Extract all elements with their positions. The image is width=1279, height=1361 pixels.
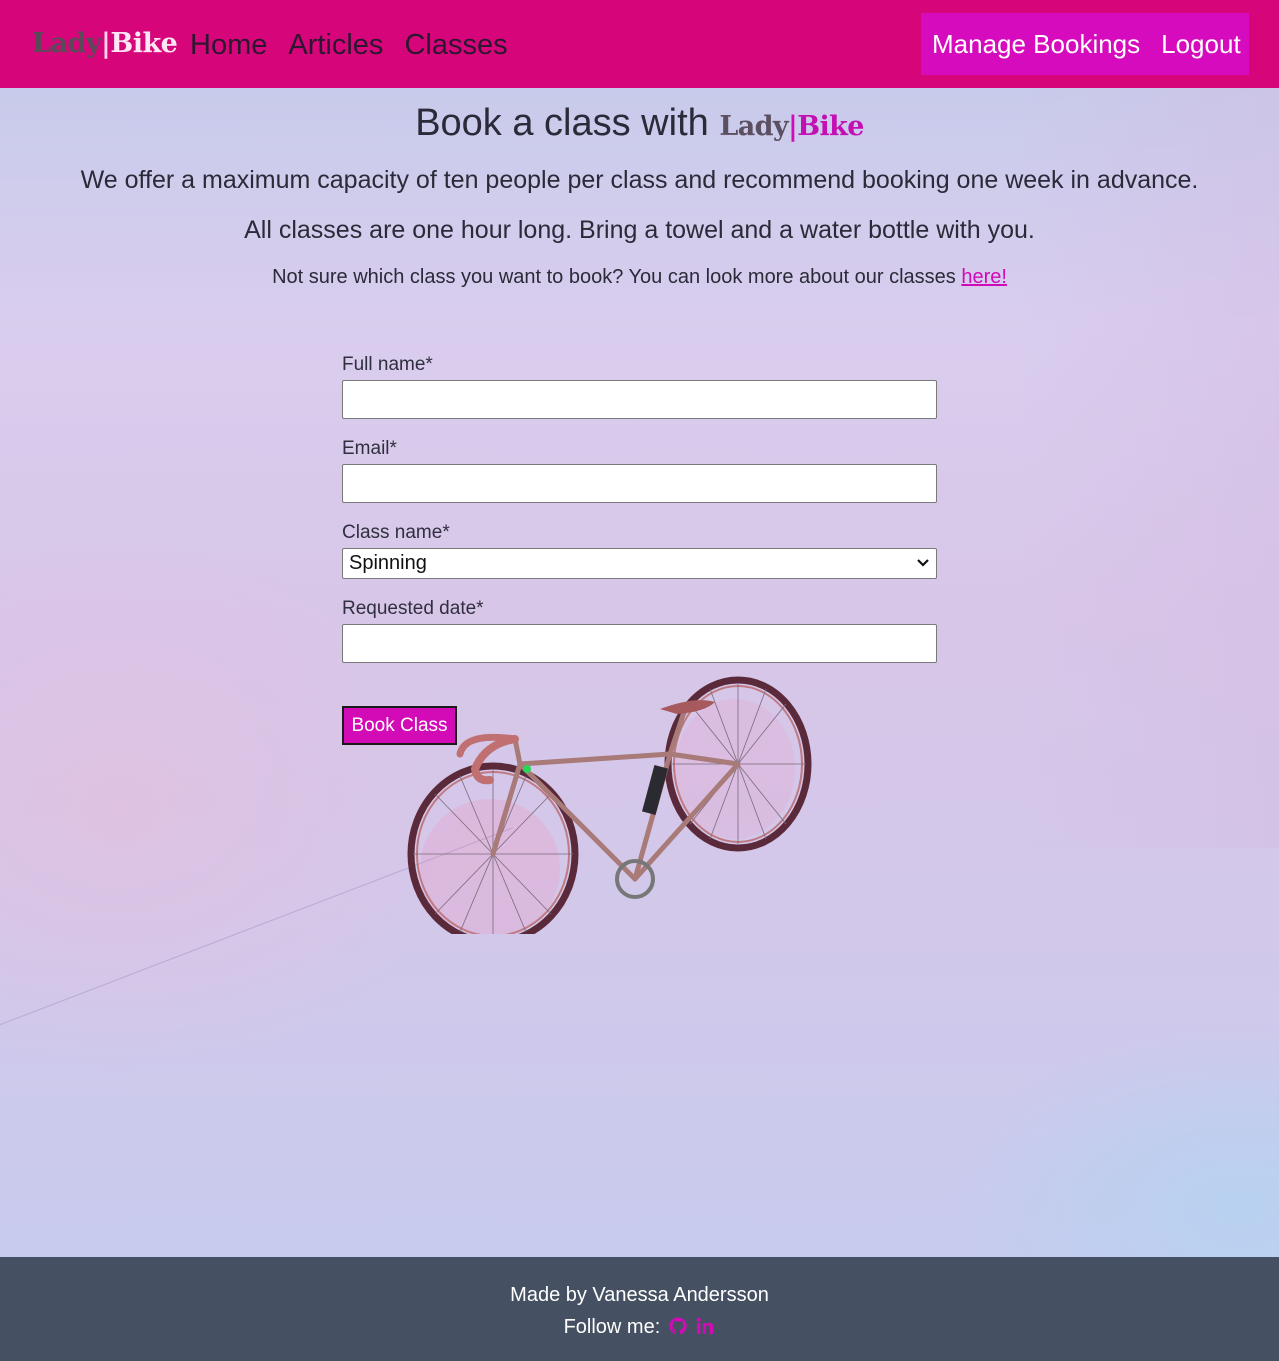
nav-link-home[interactable]: Home bbox=[190, 26, 267, 64]
footer-follow-label: Follow me: bbox=[563, 1316, 661, 1338]
page-title-brand-bike: Bike bbox=[797, 111, 864, 142]
intro-capacity-text: We offer a maximum capacity of ten peopl… bbox=[80, 166, 1199, 194]
email-input[interactable] bbox=[342, 464, 937, 503]
nav-link-articles[interactable]: Articles bbox=[288, 26, 383, 64]
email-label: Email* bbox=[342, 438, 397, 459]
nav-links: Home Articles Classes bbox=[190, 26, 508, 64]
page-title-brand-lady: Lady bbox=[719, 111, 788, 142]
brand-bar: | bbox=[101, 28, 111, 59]
footer-follow: Follow me: bbox=[0, 1314, 1279, 1340]
classes-link[interactable]: here! bbox=[961, 266, 1007, 288]
nav-account-links: Manage Bookings Logout bbox=[921, 13, 1249, 75]
linkedin-icon[interactable] bbox=[695, 1316, 715, 1336]
full-name-label: Full name* bbox=[342, 354, 433, 375]
navbar: Lady|Bike Home Articles Classes Manage B… bbox=[0, 0, 1279, 88]
footer-made-by: Made by Vanessa Andersson bbox=[510, 1284, 769, 1306]
brand-bike: Bike bbox=[110, 28, 178, 59]
footer: Made by Vanessa Andersson Follow me: bbox=[0, 1257, 1279, 1361]
nav-link-logout[interactable]: Logout bbox=[1161, 25, 1241, 63]
github-icon[interactable] bbox=[668, 1316, 688, 1336]
class-name-selected-value: Spinning bbox=[349, 552, 427, 574]
classes-note: Not sure which class you want to book? Y… bbox=[0, 263, 1279, 291]
intro-duration-text: All classes are one hour long. Bring a t… bbox=[244, 216, 1035, 244]
brand-lady: Lady bbox=[32, 28, 102, 59]
page-title-brand-bar: | bbox=[787, 111, 798, 142]
brand-logo[interactable]: Lady|Bike bbox=[32, 26, 178, 62]
page-title: Book a class with Lady|Bike bbox=[0, 97, 1279, 153]
page-title-text: Book a class with bbox=[415, 102, 709, 144]
classes-note-text: Not sure which class you want to book? Y… bbox=[272, 266, 962, 288]
page-title-brand: Lady|Bike bbox=[719, 111, 864, 142]
nav-link-manage-bookings[interactable]: Manage Bookings bbox=[932, 25, 1140, 63]
full-name-input[interactable] bbox=[342, 380, 937, 419]
background-wall bbox=[1020, 88, 1279, 848]
chevron-down-icon bbox=[917, 559, 929, 567]
book-class-button[interactable]: Book Class bbox=[342, 706, 457, 745]
nav-link-classes[interactable]: Classes bbox=[404, 26, 507, 64]
class-name-select[interactable]: Spinning bbox=[342, 548, 937, 579]
class-name-label: Class name* bbox=[342, 522, 450, 543]
requested-date-input[interactable] bbox=[342, 624, 937, 663]
requested-date-label: Requested date* bbox=[342, 598, 484, 619]
